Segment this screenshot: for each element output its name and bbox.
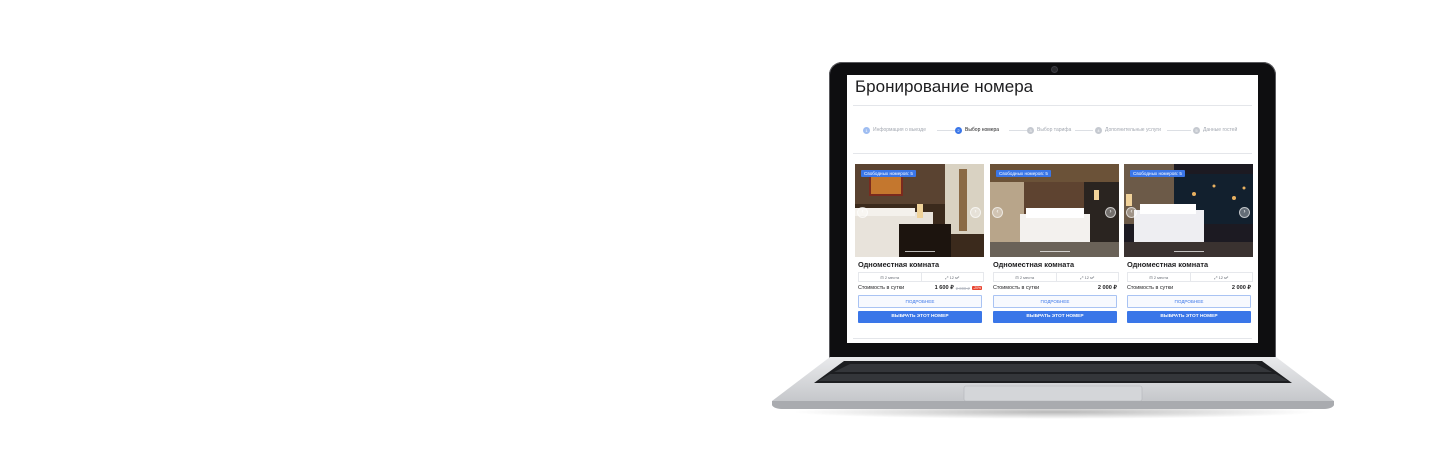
step-connector — [1075, 130, 1093, 131]
availability-badge: Свободных номеров: 5 — [996, 170, 1051, 177]
chevron-left-icon[interactable]: ‹ — [992, 207, 1003, 218]
chevron-left-icon[interactable]: ‹ — [857, 207, 868, 218]
camera-icon — [1051, 66, 1058, 73]
step-number: 3 — [1027, 126, 1034, 134]
guests-value: 2 места — [884, 274, 900, 280]
step-connector — [937, 130, 955, 131]
room-card: Свободных номеров: 5 ‹ › Одноместная ком… — [855, 164, 984, 324]
guests-value: 2 места — [1019, 274, 1035, 280]
old-price: 2 000 ₽ — [955, 285, 971, 291]
divider — [853, 153, 1252, 154]
step-label: Выбор номера — [965, 127, 1000, 133]
room-card: Свободных номеров: 5 ‹ › Одноместная ком… — [1124, 164, 1253, 324]
price-value: 2 000 ₽ — [1231, 285, 1251, 291]
room-name: Одноместная комната — [993, 260, 1075, 269]
room-name: Одноместная комната — [858, 260, 940, 269]
select-room-button[interactable]: ВЫБРАТЬ ЭТОТ НОМЕР — [858, 311, 982, 323]
step-label: Информация о выезде — [873, 127, 926, 133]
discount-badge: -20% — [972, 286, 982, 290]
step-label: Данные гостей — [1203, 127, 1238, 133]
area-value: 12 м² — [1218, 274, 1229, 280]
area-spec: ⤢ 12 м² — [920, 273, 984, 281]
guests-spec: ⊟ 2 места — [994, 273, 1056, 281]
details-button[interactable]: ПОДРОБНЕЕ — [1127, 295, 1251, 308]
room-name: Одноместная комната — [1127, 260, 1209, 269]
room-photo: Свободных номеров: 5 ‹ › — [990, 164, 1119, 257]
step-tariff-choice[interactable]: 3 Выбор тарифа — [1027, 125, 1071, 135]
step-number: 2 — [955, 126, 962, 134]
availability-badge: Свободных номеров: 5 — [861, 170, 916, 177]
carousel-indicator[interactable] — [1040, 251, 1070, 252]
room-specs: ⊟ 2 места ⤢ 12 м² — [993, 272, 1119, 282]
price-label: Стоимость в сутки — [1127, 285, 1174, 291]
details-button[interactable]: ПОДРОБНЕЕ — [858, 295, 982, 308]
carousel-indicator[interactable] — [905, 251, 935, 252]
select-room-button[interactable]: ВЫБРАТЬ ЭТОТ НОМЕР — [993, 311, 1117, 323]
laptop-screen: Бронирование номера 1 Информация о выезд… — [847, 75, 1258, 343]
chevron-right-icon[interactable]: › — [1239, 207, 1250, 218]
area-value: 12 м² — [949, 274, 960, 280]
chevron-right-icon[interactable]: › — [970, 207, 981, 218]
select-room-button[interactable]: ВЫБРАТЬ ЭТОТ НОМЕР — [1127, 311, 1251, 323]
area-value: 12 м² — [1084, 274, 1095, 280]
step-connector — [1167, 130, 1191, 131]
price-label: Стоимость в сутки — [993, 285, 1040, 291]
divider — [853, 105, 1252, 106]
step-number: 1 — [863, 126, 870, 134]
step-label: Дополнительные услуги — [1105, 127, 1161, 133]
price-label: Стоимость в сутки — [858, 285, 905, 291]
step-label: Выбор тарифа — [1037, 127, 1072, 133]
step-guest-data[interactable]: 5 Данные гостей — [1193, 125, 1237, 135]
step-number: 5 — [1193, 126, 1200, 134]
step-extra-services[interactable]: 4 Дополнительные услуги — [1095, 125, 1161, 135]
step-room-choice[interactable]: 2 Выбор номера — [955, 125, 999, 135]
room-photo: Свободных номеров: 5 ‹ › — [1124, 164, 1253, 257]
room-specs: ⊟ 2 места ⤢ 12 м² — [1127, 272, 1253, 282]
guests-spec: ⊟ 2 места — [859, 273, 921, 281]
availability-badge: Свободных номеров: 5 — [1130, 170, 1185, 177]
laptop-keyboard-deck — [772, 357, 1334, 409]
page-title: Бронирование номера — [855, 77, 1034, 96]
carousel-indicator[interactable] — [1174, 251, 1204, 252]
booking-stepper: 1 Информация о выезде 2 Выбор номера 3 В… — [863, 125, 1249, 135]
area-spec: ⤢ 12 м² — [1055, 273, 1119, 281]
room-card: Свободных номеров: 5 ‹ › Одноместная ком… — [990, 164, 1119, 324]
price-value: 2 000 ₽ — [1097, 285, 1117, 291]
room-photo: Свободных номеров: 5 ‹ › — [855, 164, 984, 257]
area-spec: ⤢ 12 м² — [1189, 273, 1253, 281]
price-row: Стоимость в сутки 1 600 ₽ 2 000 ₽ -20% — [858, 284, 982, 292]
price-row: Стоимость в сутки 2 000 ₽ — [1127, 284, 1251, 292]
chevron-left-icon[interactable]: ‹ — [1126, 207, 1137, 218]
step-checkout-info[interactable]: 1 Информация о выезде — [863, 125, 926, 135]
price-row: Стоимость в сутки 2 000 ₽ — [993, 284, 1117, 292]
guests-spec: ⊟ 2 места — [1128, 273, 1190, 281]
step-number: 4 — [1095, 126, 1102, 134]
chevron-right-icon[interactable]: › — [1105, 207, 1116, 218]
room-specs: ⊟ 2 места ⤢ 12 м² — [858, 272, 984, 282]
price-value: 1 600 ₽ — [934, 285, 954, 291]
details-button[interactable]: ПОДРОБНЕЕ — [993, 295, 1117, 308]
step-connector — [1009, 130, 1027, 131]
guests-value: 2 места — [1153, 274, 1169, 280]
divider — [853, 338, 1252, 339]
